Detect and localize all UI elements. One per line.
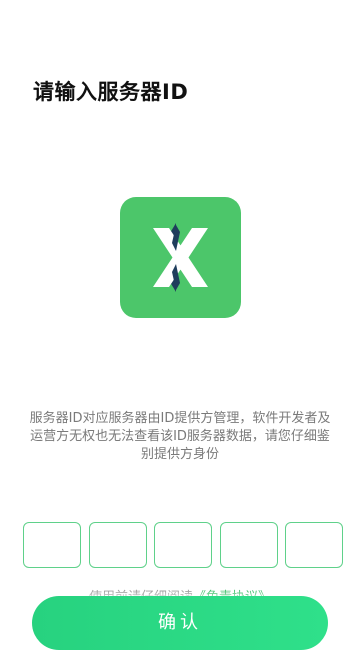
code-box-3[interactable] — [154, 522, 212, 568]
code-box-2[interactable] — [88, 522, 147, 568]
page-title: 请输入服务器ID — [33, 80, 189, 104]
disclaimer-text: 服务器ID对应服务器由ID提供方管理，软件开发者及运营方无权也无法查看该ID服务… — [29, 411, 331, 462]
code-box-5[interactable] — [285, 522, 343, 568]
server-id-input[interactable] — [23, 522, 343, 570]
x-logo-icon — [153, 223, 208, 292]
app-logo — [120, 197, 241, 318]
confirm-button[interactable]: 确认 — [32, 596, 328, 650]
code-box-4[interactable] — [219, 522, 278, 568]
code-box-1[interactable] — [23, 522, 81, 568]
